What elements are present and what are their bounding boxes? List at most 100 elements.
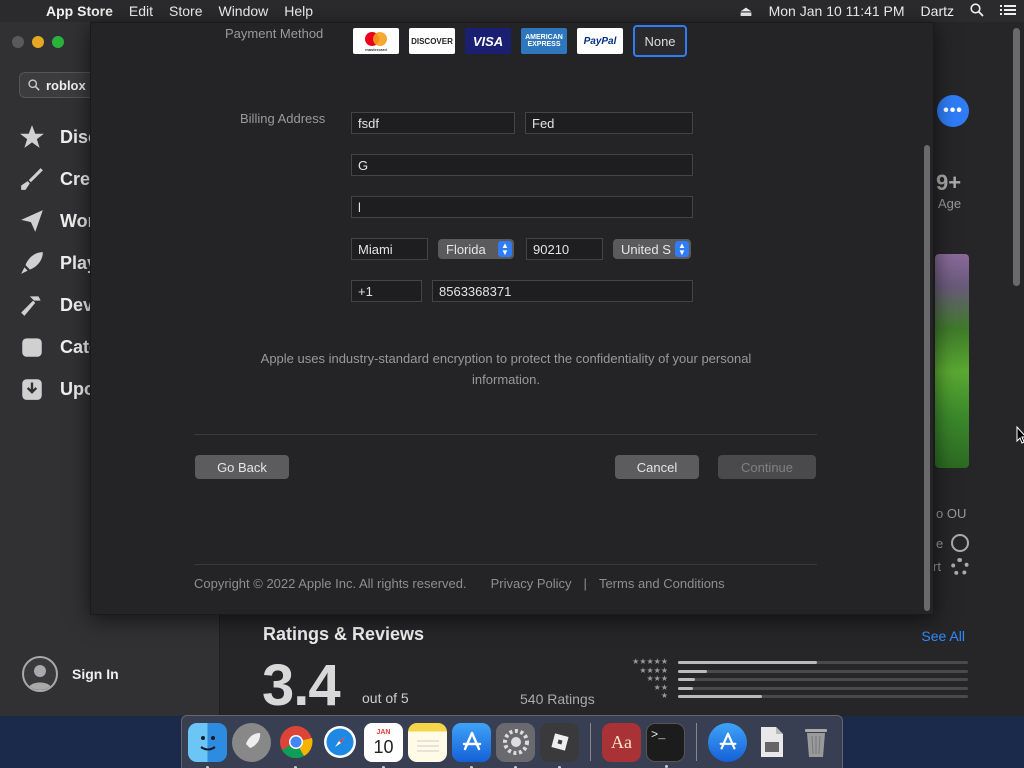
finder-icon[interactable] bbox=[188, 722, 227, 768]
street2-field[interactable]: l bbox=[351, 196, 693, 218]
divider bbox=[194, 434, 817, 435]
sidebar-item-updates[interactable]: Upo bbox=[18, 375, 95, 403]
rocket-icon bbox=[18, 249, 46, 277]
hammer-icon bbox=[18, 291, 46, 319]
rating-bar-fill bbox=[678, 695, 763, 699]
support-icon[interactable] bbox=[951, 558, 969, 576]
app-store-icon[interactable] bbox=[452, 722, 491, 768]
mouse-cursor-icon bbox=[1016, 425, 1024, 447]
compass-icon[interactable] bbox=[951, 534, 969, 552]
menu-user[interactable]: Dartz bbox=[913, 3, 962, 19]
menu-store[interactable]: Store bbox=[161, 3, 210, 19]
menu-help[interactable]: Help bbox=[276, 3, 321, 19]
city-field[interactable]: Miami bbox=[351, 238, 428, 260]
rating-bar bbox=[678, 686, 968, 690]
avatar bbox=[22, 656, 58, 692]
zip-field[interactable]: 90210 bbox=[526, 238, 603, 260]
rating-bar-fill bbox=[678, 661, 818, 664]
menu-window[interactable]: Window bbox=[210, 3, 276, 19]
encryption-notice-line: information. bbox=[472, 372, 540, 387]
ratings-title: Ratings & Reviews bbox=[263, 624, 425, 644]
updates-icon bbox=[18, 375, 46, 403]
country-value: United S bbox=[621, 241, 671, 257]
terminal-prompt: >_ bbox=[651, 727, 666, 742]
street-field[interactable]: G bbox=[351, 154, 693, 176]
sign-in-label: Sign In bbox=[72, 666, 119, 682]
first-name-field[interactable]: fsdf bbox=[351, 112, 515, 134]
encryption-notice-line: Apple uses industry-standard encryption … bbox=[260, 351, 752, 366]
sidebar-item-work[interactable]: Wor bbox=[18, 207, 95, 235]
visa-option[interactable]: VISA bbox=[465, 28, 511, 54]
payment-sheet: Payment Method mastercard DISCOVER VISA … bbox=[90, 22, 934, 615]
ratings-count: 540 Ratings bbox=[520, 691, 595, 707]
mastercard-icon: mastercard bbox=[365, 32, 387, 52]
score-out-of: out of 5 bbox=[362, 690, 409, 706]
menu-edit[interactable]: Edit bbox=[121, 3, 161, 19]
terms-link[interactable]: Terms and Conditions bbox=[599, 576, 725, 591]
sidebar-item-play[interactable]: Play bbox=[18, 249, 97, 277]
screenshot-preview[interactable] bbox=[935, 254, 969, 468]
amex-option[interactable]: AMERICAN EXPRESS bbox=[521, 28, 567, 54]
rating-bar bbox=[678, 695, 968, 699]
close-window-button[interactable] bbox=[12, 36, 24, 48]
trash-icon[interactable] bbox=[796, 723, 835, 762]
chrome-icon[interactable] bbox=[276, 723, 315, 768]
eject-icon[interactable]: ⏏ bbox=[731, 3, 760, 20]
rating-distribution-bars bbox=[678, 661, 968, 704]
last-name-field[interactable]: Fed bbox=[525, 112, 693, 134]
mastercard-option[interactable]: mastercard bbox=[353, 28, 399, 54]
copyright-text: Copyright © 2022 Apple Inc. All rights r… bbox=[194, 576, 467, 591]
launchpad-icon[interactable] bbox=[232, 722, 271, 762]
cancel-button[interactable]: Cancel bbox=[615, 455, 699, 479]
none-label: None bbox=[644, 33, 676, 49]
divider bbox=[194, 564, 817, 565]
paypal-label: PayPal bbox=[583, 35, 617, 47]
svg-text:mastercard: mastercard bbox=[365, 47, 387, 52]
sidebar-item-categories[interactable]: Cate bbox=[18, 333, 99, 361]
sidebar-item-create[interactable]: Crea bbox=[18, 165, 100, 193]
minimize-window-button[interactable] bbox=[32, 36, 44, 48]
more-options-button[interactable]: ••• bbox=[937, 95, 969, 127]
discover-label: DISCOVER bbox=[411, 36, 453, 46]
menu-clock[interactable]: Mon Jan 10 11:41 PM bbox=[761, 3, 913, 19]
rating-bar-fill bbox=[678, 686, 693, 690]
system-preferences-icon[interactable] bbox=[496, 722, 535, 768]
dictionary-icon[interactable]: Aa bbox=[602, 722, 641, 762]
continue-button[interactable]: Continue bbox=[718, 455, 816, 479]
terminal-icon[interactable]: >_ bbox=[646, 722, 685, 768]
roblox-icon[interactable] bbox=[540, 722, 579, 768]
notes-icon[interactable] bbox=[408, 722, 447, 762]
document-icon[interactable] bbox=[752, 723, 791, 762]
spotlight-search-icon[interactable] bbox=[962, 2, 992, 20]
sheet-scrollbar[interactable] bbox=[924, 145, 930, 611]
none-option[interactable]: None bbox=[633, 25, 687, 57]
phone-field[interactable]: 8563368371 bbox=[432, 280, 693, 302]
country-select[interactable]: United S ▲ ▼ bbox=[613, 239, 691, 259]
discover-option[interactable]: DISCOVER bbox=[409, 28, 455, 54]
zoom-window-button[interactable] bbox=[52, 36, 64, 48]
calendar-icon[interactable]: JAN 10 bbox=[364, 722, 403, 768]
app-store-downloads-icon[interactable] bbox=[708, 722, 747, 762]
phone-code-field[interactable]: +1 bbox=[351, 280, 422, 302]
categories-icon bbox=[18, 333, 46, 361]
rating-bar bbox=[678, 669, 968, 673]
privacy-policy-link[interactable]: Privacy Policy bbox=[491, 576, 572, 591]
average-score: 3.4 bbox=[262, 653, 341, 718]
paypal-option[interactable]: PayPal bbox=[577, 28, 623, 54]
state-select[interactable]: Florida ▲ ▼ bbox=[438, 239, 514, 259]
see-all-link[interactable]: See All bbox=[921, 628, 965, 644]
calendar-month: JAN bbox=[376, 728, 391, 736]
search-input[interactable]: roblox bbox=[46, 78, 86, 93]
sidebar-item-discover[interactable]: Disc bbox=[18, 123, 98, 151]
dock-separator bbox=[696, 723, 697, 761]
side-text: rt bbox=[933, 559, 941, 574]
go-back-button[interactable]: Go Back bbox=[195, 455, 289, 479]
safari-icon[interactable] bbox=[320, 723, 359, 762]
sign-in-button[interactable]: Sign In bbox=[22, 656, 119, 692]
control-center-icon[interactable] bbox=[992, 3, 1024, 19]
window-scrollbar[interactable] bbox=[1013, 28, 1020, 286]
sidebar-item-develop[interactable]: Dev bbox=[18, 291, 93, 319]
ratings-section: Ratings & Reviews See All 3.4 out of 5 5… bbox=[220, 614, 1024, 718]
menu-app-name[interactable]: App Store bbox=[40, 3, 121, 19]
visa-label: VISA bbox=[472, 33, 504, 49]
